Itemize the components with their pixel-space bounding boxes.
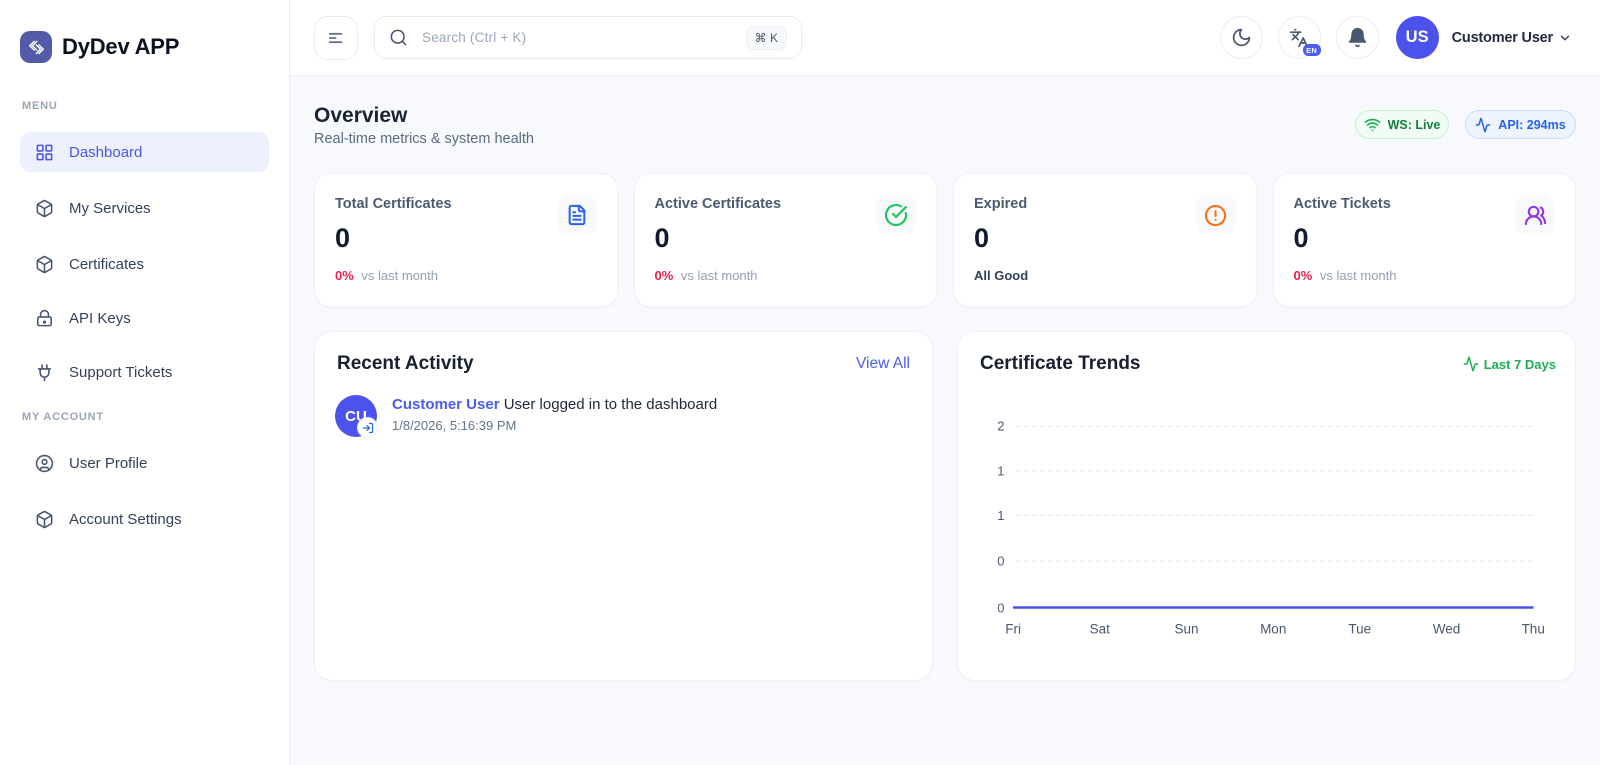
svg-text:Mon: Mon <box>1260 621 1286 636</box>
svg-text:0: 0 <box>997 600 1004 615</box>
svg-text:Fri: Fri <box>1005 621 1021 636</box>
svg-text:0: 0 <box>997 554 1004 569</box>
svg-text:Sat: Sat <box>1090 621 1111 636</box>
svg-text:2: 2 <box>997 419 1004 434</box>
svg-text:Sun: Sun <box>1174 621 1198 636</box>
svg-text:1: 1 <box>997 508 1004 523</box>
svg-text:Thu: Thu <box>1522 621 1545 636</box>
svg-text:Wed: Wed <box>1433 621 1461 636</box>
svg-text:1: 1 <box>997 463 1004 478</box>
svg-text:Tue: Tue <box>1348 621 1371 636</box>
